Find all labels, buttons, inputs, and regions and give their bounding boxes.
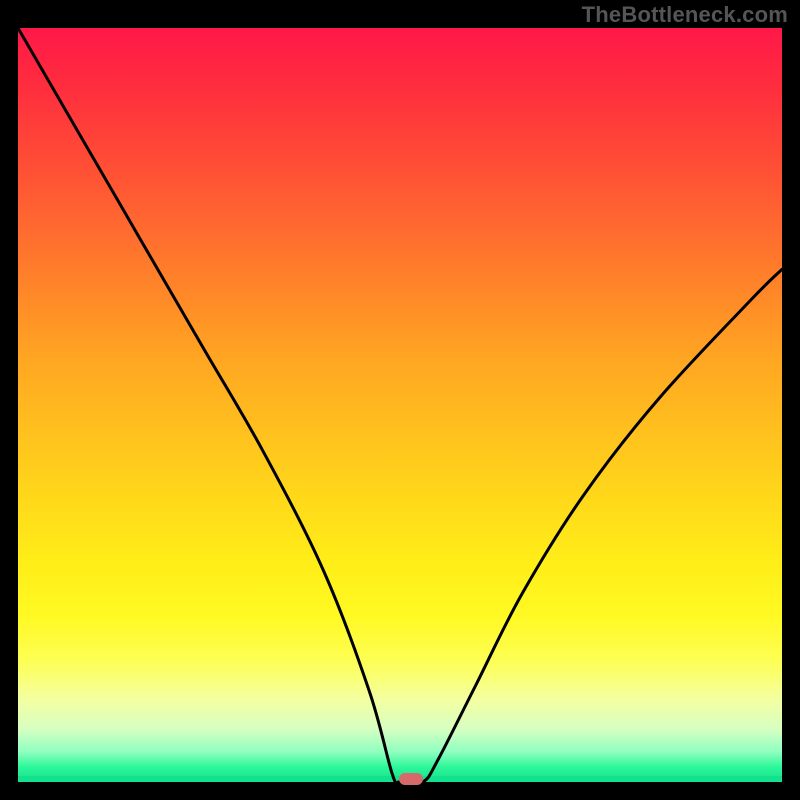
chart-frame: TheBottleneck.com: [0, 0, 800, 800]
curve-svg: [18, 28, 782, 782]
optimum-marker: [399, 773, 423, 785]
watermark-text: TheBottleneck.com: [582, 2, 788, 28]
bottleneck-curve: [18, 28, 782, 782]
